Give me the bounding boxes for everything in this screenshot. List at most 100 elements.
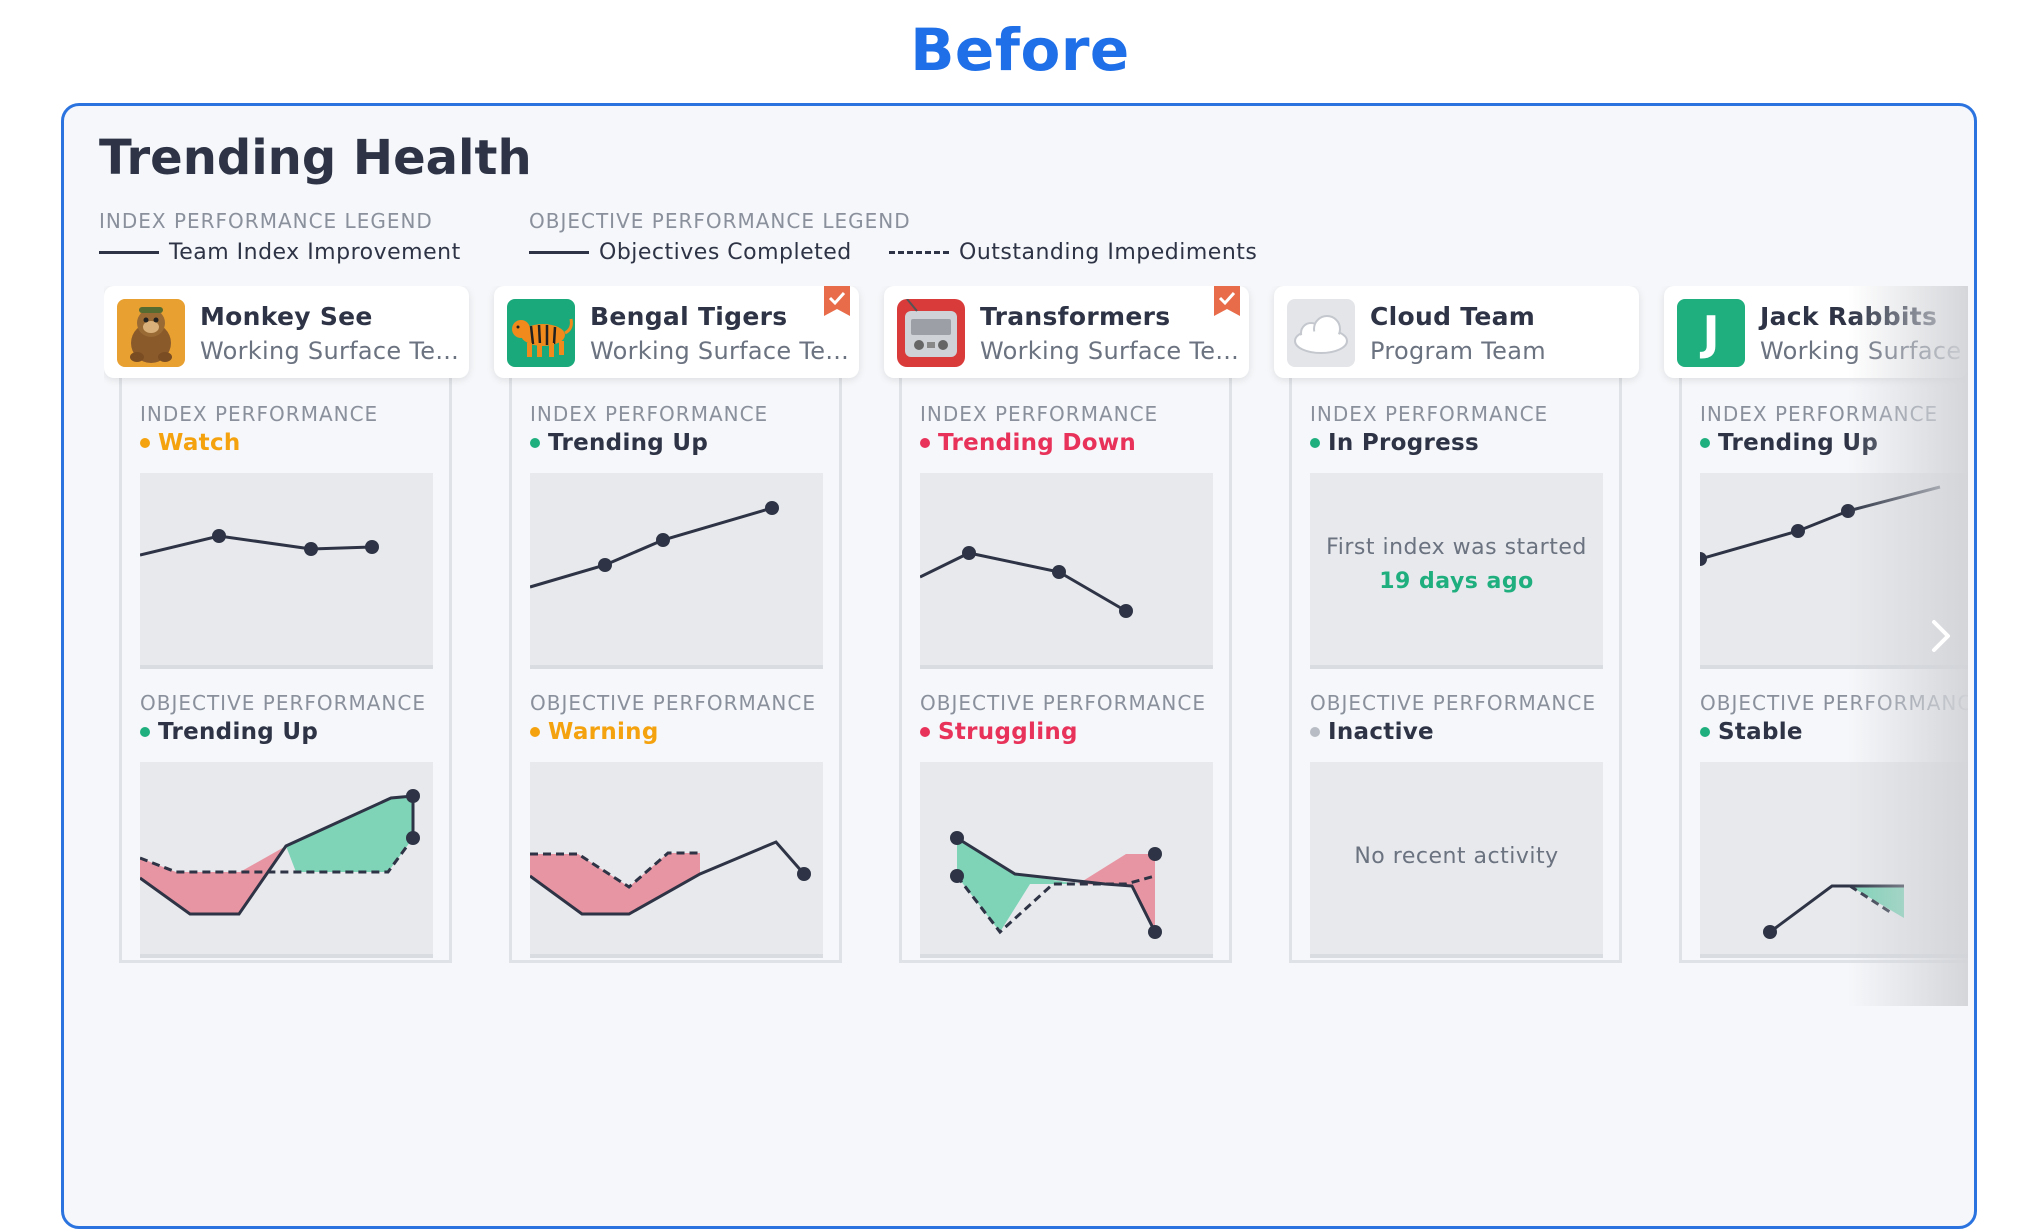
objective-data-point	[950, 831, 964, 845]
dashed-line-swatch	[889, 251, 949, 254]
status-dot	[1700, 727, 1710, 737]
objective-data-point	[406, 831, 420, 845]
objective-chart: No recent activity	[1310, 762, 1603, 958]
objective-area-chart	[140, 789, 420, 916]
bookmark-check-icon[interactable]	[1214, 286, 1240, 316]
index-data-point	[365, 540, 379, 554]
solid-line-swatch	[529, 251, 589, 254]
behind-area	[1078, 854, 1155, 932]
index-chart: First index was started 19 days ago	[1310, 473, 1603, 669]
index-performance-label: INDEX PERFORMANCE	[1310, 402, 1549, 426]
team-type: Working Surface Te...	[590, 337, 850, 365]
index-trend-line	[920, 551, 1127, 613]
objective-status-text: Inactive	[1328, 719, 1434, 745]
bookmark-check-icon[interactable]	[824, 286, 850, 316]
team-header[interactable]: Bengal Tigers Working Surface Te...	[494, 286, 859, 378]
objective-legend-header: OBJECTIVE PERFORMANCE LEGEND	[529, 209, 911, 233]
team-name[interactable]: Monkey See	[200, 302, 373, 331]
objective-area-chart	[950, 831, 1162, 939]
status-dot	[1310, 727, 1320, 737]
index-data-point	[212, 529, 226, 543]
ahead-area	[286, 796, 413, 872]
objective-status: Trending Up	[140, 719, 318, 745]
team-card[interactable]: INDEX PERFORMANCE Trending Up OBJECTIVE …	[494, 286, 859, 986]
objective-status-text: Stable	[1718, 719, 1803, 745]
radio-icon	[897, 298, 965, 367]
index-data-point	[598, 558, 612, 572]
team-card[interactable]: INDEX PERFORMANCE Watch OBJECTIVE PERFOR…	[104, 286, 469, 986]
objective-status-text: Trending Up	[158, 719, 319, 745]
status-dot	[140, 727, 150, 737]
index-performance-label: INDEX PERFORMANCE	[920, 402, 1159, 426]
index-status: In Progress	[1310, 430, 1479, 456]
index-status-text: Watch	[158, 430, 241, 456]
index-data-point	[1119, 604, 1133, 618]
objective-performance-label: OBJECTIVE PERFORMANCE	[140, 691, 426, 715]
objective-performance-label: OBJECTIVE PERFORMANCE	[1310, 691, 1596, 715]
index-data-point	[304, 542, 318, 556]
team-name[interactable]: Transformers	[980, 302, 1170, 331]
panel-title: Trending Health	[99, 130, 532, 186]
team-header[interactable]: Transformers Working Surface Te...	[884, 286, 1249, 378]
legend-team-index-improvement: Team Index Improvement	[99, 240, 461, 265]
objective-status-text: Warning	[548, 719, 659, 745]
status-dot	[1700, 438, 1710, 448]
objective-status: Warning	[530, 719, 659, 745]
objective-chart	[140, 762, 433, 958]
team-name[interactable]: Cloud Team	[1370, 302, 1535, 331]
index-data-point	[765, 501, 779, 515]
index-line-chart	[920, 546, 1133, 618]
team-avatar: J	[1677, 299, 1745, 367]
objective-area-chart	[530, 840, 811, 916]
index-data-point	[1052, 565, 1066, 579]
status-dot	[920, 727, 930, 737]
tiger-icon	[507, 299, 575, 367]
avatar-letter: J	[1677, 299, 1745, 367]
legend-outstanding-impediments: Outstanding Impediments	[889, 240, 1257, 265]
cloud-icon	[1287, 299, 1355, 367]
status-dot	[530, 727, 540, 737]
team-card[interactable]: INDEX PERFORMANCE Trending Down OBJECTIV…	[884, 286, 1249, 986]
index-data-point	[1700, 552, 1707, 566]
objective-chart	[530, 762, 823, 958]
trending-health-panel: Trending Health INDEX PERFORMANCE LEGEND…	[61, 103, 1977, 1229]
index-status-text: Trending Down	[938, 430, 1137, 456]
index-trend-line	[530, 506, 773, 589]
objective-message: No recent activity	[1354, 844, 1559, 869]
index-data-point	[656, 533, 670, 547]
legend-objectives-completed: Objectives Completed	[529, 240, 852, 265]
objective-chart	[920, 762, 1213, 958]
legend-label: Team Index Improvement	[169, 240, 461, 265]
index-message-accent: 19 days ago	[1379, 569, 1534, 594]
team-type: Working Surface Te...	[980, 337, 1240, 365]
team-header[interactable]: Cloud Team Program Team	[1274, 286, 1639, 378]
behind-area	[530, 853, 700, 914]
status-dot	[530, 438, 540, 448]
index-status-text: Trending Up	[548, 430, 709, 456]
objective-data-point	[406, 789, 420, 803]
index-chart	[920, 473, 1213, 669]
index-message: First index was started	[1326, 535, 1587, 560]
legend-label: Objectives Completed	[599, 240, 852, 265]
team-card[interactable]: INDEX PERFORMANCE In Progress First inde…	[1274, 286, 1639, 986]
index-trend-line	[140, 534, 373, 557]
team-cards-carousel[interactable]: INDEX PERFORMANCE Watch OBJECTIVE PERFOR…	[104, 286, 1968, 1006]
legend-label: Outstanding Impediments	[959, 240, 1258, 265]
index-chart	[530, 473, 823, 669]
index-chart	[140, 473, 433, 669]
index-line-chart	[530, 501, 779, 589]
chevron-right-icon[interactable]	[1926, 616, 1956, 656]
index-data-point	[1791, 524, 1805, 538]
index-status: Trending Down	[920, 430, 1136, 456]
index-line-chart	[140, 529, 379, 557]
team-header[interactable]: Monkey See Working Surface Te...	[104, 286, 469, 378]
index-legend-header: INDEX PERFORMANCE LEGEND	[99, 209, 433, 233]
status-dot	[920, 438, 930, 448]
objective-data-point	[797, 867, 811, 881]
monkey-toy-icon	[117, 299, 185, 367]
team-type: Working Surface Te...	[200, 337, 460, 365]
team-name[interactable]: Bengal Tigers	[590, 302, 787, 331]
objective-status: Stable	[1700, 719, 1803, 745]
status-dot	[1310, 438, 1320, 448]
index-performance-label: INDEX PERFORMANCE	[530, 402, 769, 426]
